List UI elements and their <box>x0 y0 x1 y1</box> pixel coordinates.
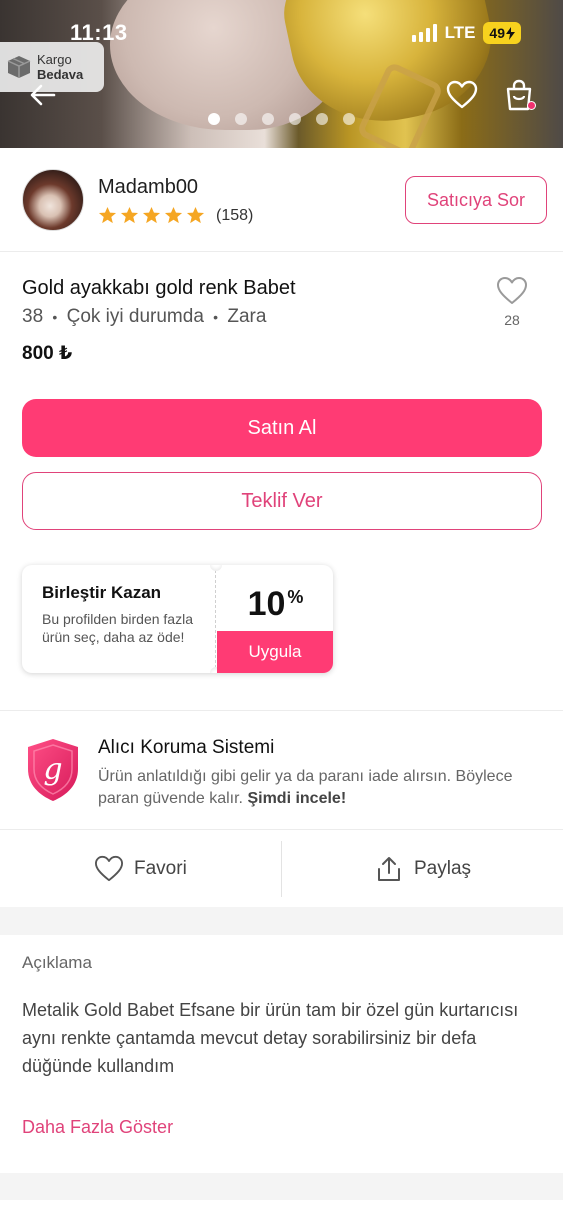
product-brand[interactable]: Zara <box>227 306 266 327</box>
seller-section: Madamb00 (158) Satıcıya Sor <box>0 148 563 252</box>
show-more-link[interactable]: Daha Fazla Göster <box>22 1117 173 1138</box>
share-label: Paylaş <box>414 858 472 879</box>
star-icon <box>120 206 139 224</box>
cart-notification-dot <box>527 101 536 110</box>
make-offer-button[interactable]: Teklif Ver <box>22 472 542 530</box>
product-condition: Çok iyi durumda <box>66 306 204 327</box>
status-indicators: LTE 49 <box>411 22 521 44</box>
like-button[interactable]: 28 <box>494 276 530 328</box>
favorite-label: Favori <box>134 858 187 879</box>
buyer-protection-section[interactable]: g Alıcı Koruma Sistemi Ürün anlatıldığı … <box>0 710 563 830</box>
promo-title: Birleştir Kazan <box>42 583 162 602</box>
network-label: LTE <box>444 23 476 42</box>
buy-button[interactable]: Satın Al <box>22 399 542 457</box>
section-separator <box>0 907 563 935</box>
action-bar: Favori Paylaş <box>0 831 563 907</box>
seller-rating: (158) <box>98 206 253 225</box>
product-meta: 38 • Çok iyi durumda • Zara <box>22 306 266 328</box>
signal-icon <box>411 24 437 42</box>
divider <box>281 841 282 897</box>
battery-level: 49 <box>489 25 505 41</box>
badge-line1: Kargo <box>37 52 72 67</box>
carousel-dot[interactable] <box>262 113 274 125</box>
promo-percent: 10% <box>218 585 333 624</box>
share-button[interactable]: Paylaş <box>374 831 471 907</box>
star-icon <box>186 206 205 224</box>
product-title: Gold ayakkabı gold renk Babet <box>22 277 296 299</box>
description-text: Metalik Gold Babet Efsane bir ürün tam b… <box>22 1000 519 1076</box>
shield-letter: g <box>43 752 62 787</box>
meta-separator: • <box>213 309 219 325</box>
carousel-dot[interactable] <box>343 113 355 125</box>
carousel-dot[interactable] <box>289 113 301 125</box>
carousel-dot[interactable] <box>208 113 220 125</box>
back-arrow-icon[interactable] <box>28 80 58 110</box>
heart-icon <box>497 277 527 304</box>
protection-description: Ürün anlatıldığı gibi gelir ya da paranı… <box>98 766 548 810</box>
product-size: 38 <box>22 306 44 327</box>
heart-icon[interactable] <box>446 80 478 110</box>
shopping-bag-button[interactable] <box>503 78 536 112</box>
star-icon <box>98 206 117 224</box>
product-price: 800 ₺ <box>22 343 73 364</box>
battery-icon: 49 <box>483 22 521 44</box>
meta-separator: • <box>52 309 58 325</box>
promo-info: Birleştir Kazan Bu profilden birden fazl… <box>22 565 216 673</box>
promo-description: Bu profilden birden fazla ürün seç, daha… <box>42 611 193 645</box>
percent-sign: % <box>287 587 304 607</box>
favorite-button[interactable]: Favori <box>94 831 187 907</box>
rating-count: (158) <box>216 206 254 224</box>
like-count: 28 <box>504 312 520 328</box>
star-icon <box>142 206 161 224</box>
carousel-dots <box>208 113 355 125</box>
heart-icon <box>94 855 123 882</box>
description-label: Açıklama <box>22 953 92 972</box>
protection-title: Alıcı Koruma Sistemi <box>98 737 275 758</box>
learn-more-link[interactable]: Şimdi incele! <box>247 790 346 807</box>
carousel-dot[interactable] <box>316 113 328 125</box>
promo-percent-value: 10 <box>247 585 286 623</box>
product-image-carousel[interactable]: 11:13 LTE 49 Kargo Bedava <box>0 0 563 148</box>
seller-avatar[interactable] <box>22 169 84 231</box>
seller-name[interactable]: Madamb00 <box>98 176 198 199</box>
box-icon <box>7 56 31 78</box>
carousel-dot[interactable] <box>235 113 247 125</box>
star-icon <box>164 206 183 224</box>
ask-seller-button[interactable]: Satıcıya Sor <box>405 176 547 224</box>
apply-discount-button[interactable]: Uygula <box>217 631 333 673</box>
bundle-discount-card: Birleştir Kazan Bu profilden birden fazl… <box>22 565 333 673</box>
shield-logo-icon: g <box>28 739 78 801</box>
next-section <box>0 1200 563 1219</box>
share-icon <box>378 857 400 881</box>
